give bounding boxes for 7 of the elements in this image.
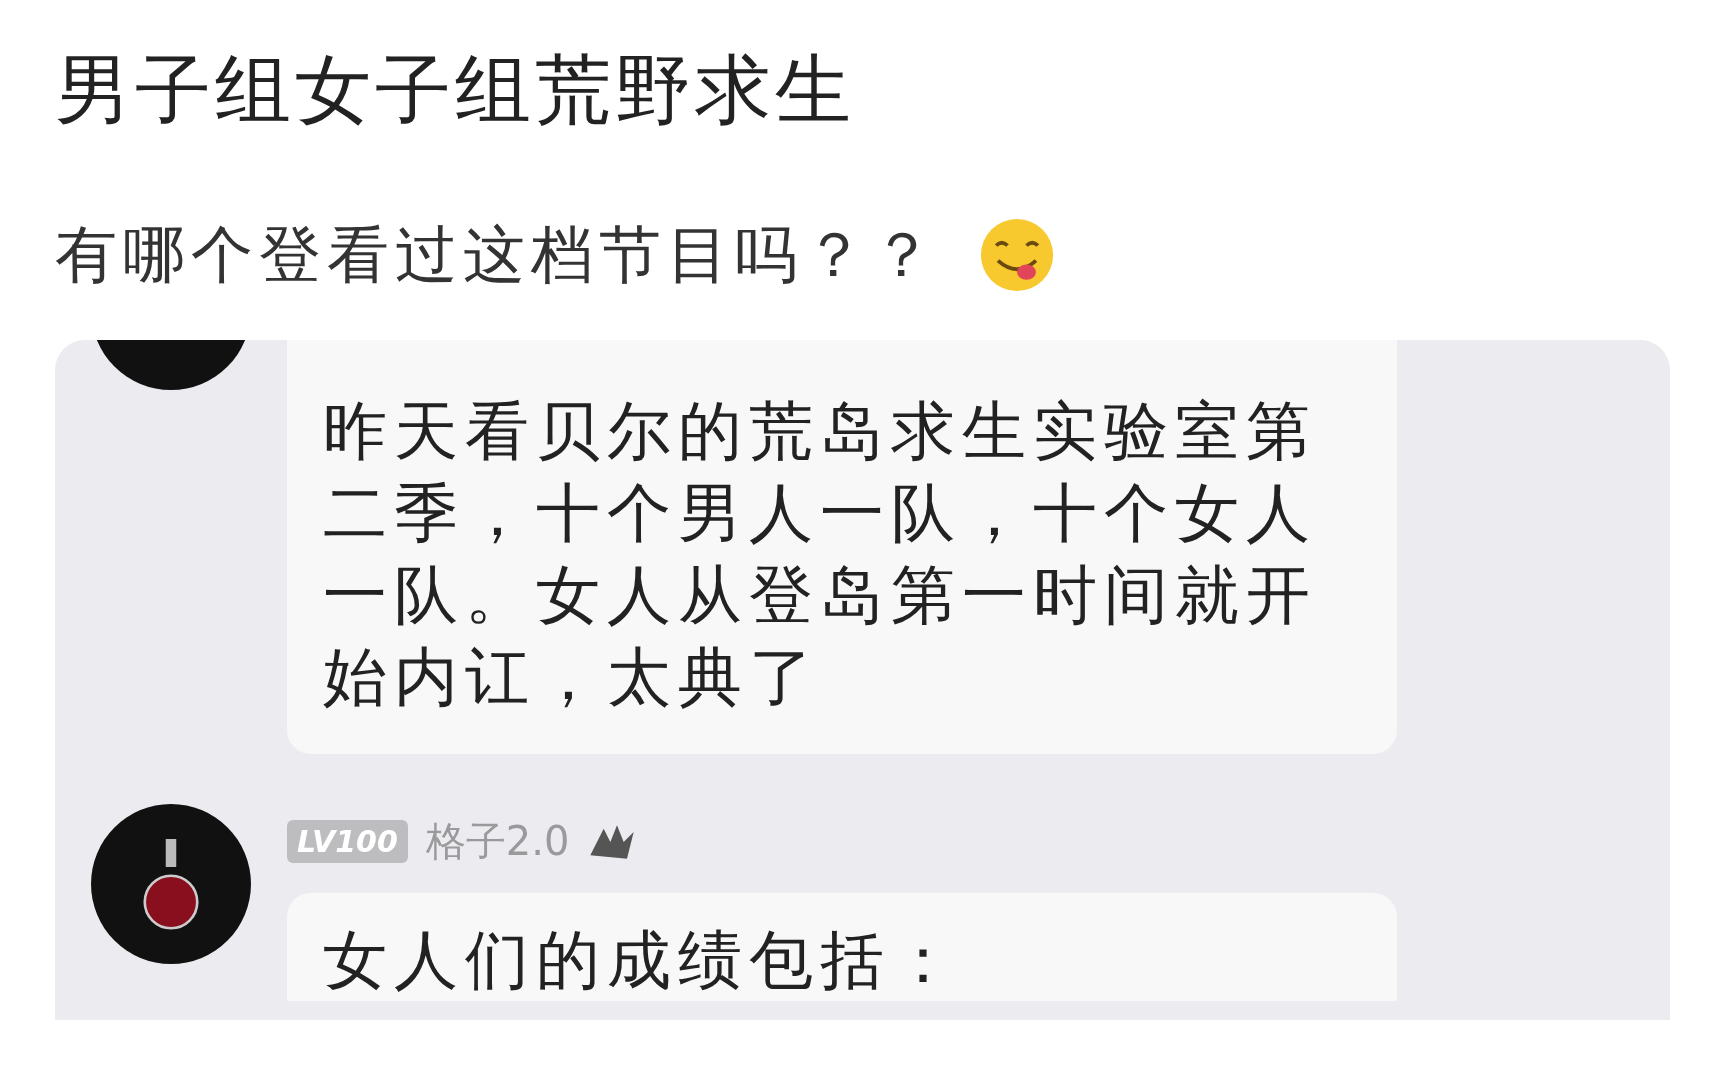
message-text: 昨天看贝尔的荒岛求生实验室第二季，十个男人一队，十个女人一队。女人从登岛第一时间就开始内讧，太典了	[323, 393, 1318, 716]
user-name: 格子2.0	[425, 817, 570, 866]
post-text: 有哪个登看过这档节目吗？？	[55, 217, 939, 293]
level-badge: LV100	[287, 820, 408, 863]
tongue-smile-emoji-icon	[979, 217, 1055, 293]
message-text: 女人们的成绩包括：	[323, 922, 963, 999]
post-title: 男子组女子组荒野求生	[55, 44, 856, 136]
